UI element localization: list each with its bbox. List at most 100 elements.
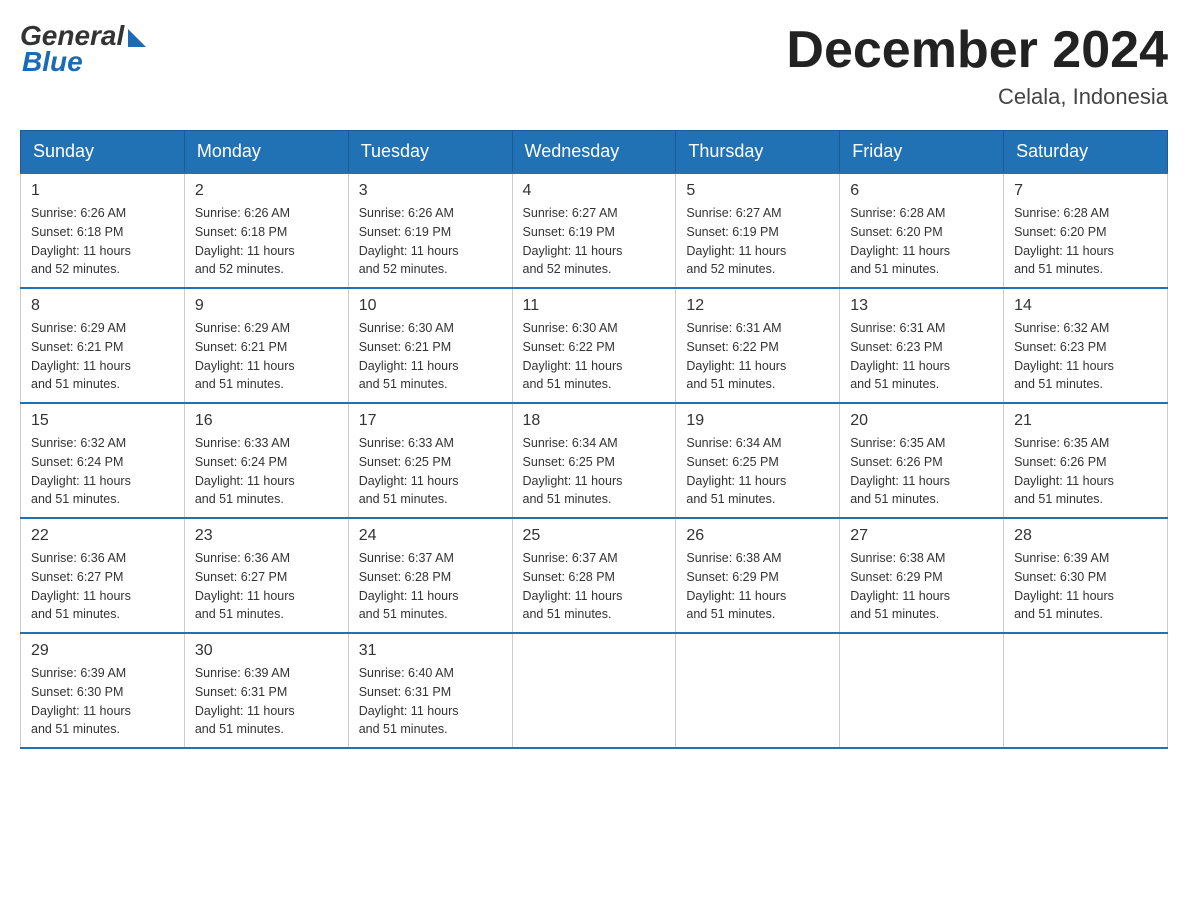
logo: General Blue [20,20,146,78]
day-info: Sunrise: 6:36 AMSunset: 6:27 PMDaylight:… [31,549,174,624]
day-number: 6 [850,182,993,200]
page-header: General Blue December 2024 Celala, Indon… [20,20,1168,110]
day-info: Sunrise: 6:34 AMSunset: 6:25 PMDaylight:… [523,434,666,509]
day-number: 12 [686,297,829,315]
calendar-cell: 21Sunrise: 6:35 AMSunset: 6:26 PMDayligh… [1004,403,1168,518]
header-wednesday: Wednesday [512,131,676,174]
day-info: Sunrise: 6:27 AMSunset: 6:19 PMDaylight:… [523,204,666,279]
day-number: 31 [359,642,502,660]
calendar-cell: 24Sunrise: 6:37 AMSunset: 6:28 PMDayligh… [348,518,512,633]
day-number: 26 [686,527,829,545]
day-number: 14 [1014,297,1157,315]
calendar-week-5: 29 Sunrise: 6:39 AMSunset: 6:30 PMDayligh… [21,633,1168,748]
calendar-cell: 5 Sunrise: 6:27 AMSunset: 6:19 PMDaylight… [676,173,840,288]
day-number: 18 [523,412,666,430]
day-number: 10 [359,297,502,315]
calendar-cell: 26 Sunrise: 6:38 AMSunset: 6:29 PMDayligh… [676,518,840,633]
day-number: 22 [31,527,174,545]
day-info: Sunrise: 6:39 AMSunset: 6:30 PMDaylight:… [31,664,174,739]
calendar-cell: 9Sunrise: 6:29 AMSunset: 6:21 PMDaylight… [184,288,348,403]
title-area: December 2024 Celala, Indonesia [786,20,1168,110]
day-number: 19 [686,412,829,430]
calendar-cell: 31 Sunrise: 6:40 AMSunset: 6:31 PMDayligh… [348,633,512,748]
day-info: Sunrise: 6:30 AMSunset: 6:22 PMDaylight:… [523,319,666,394]
calendar-cell: 17Sunrise: 6:33 AMSunset: 6:25 PMDayligh… [348,403,512,518]
day-info: Sunrise: 6:27 AMSunset: 6:19 PMDaylight:… [686,204,829,279]
calendar-cell: 23 Sunrise: 6:36 AMSunset: 6:27 PMDayligh… [184,518,348,633]
logo-arrow-icon [128,29,146,47]
day-info: Sunrise: 6:30 AMSunset: 6:21 PMDaylight:… [359,319,502,394]
day-info: Sunrise: 6:26 AMSunset: 6:19 PMDaylight:… [359,204,502,279]
calendar-week-1: 1Sunrise: 6:26 AMSunset: 6:18 PMDaylight… [21,173,1168,288]
calendar-cell [1004,633,1168,748]
month-title: December 2024 [786,20,1168,80]
day-info: Sunrise: 6:29 AMSunset: 6:21 PMDaylight:… [31,319,174,394]
calendar-cell: 8 Sunrise: 6:29 AMSunset: 6:21 PMDaylight… [21,288,185,403]
calendar-cell: 12 Sunrise: 6:31 AMSunset: 6:22 PMDayligh… [676,288,840,403]
day-number: 30 [195,642,338,660]
calendar-cell: 3 Sunrise: 6:26 AMSunset: 6:19 PMDaylight… [348,173,512,288]
header-sunday: Sunday [21,131,185,174]
calendar-cell: 14 Sunrise: 6:32 AMSunset: 6:23 PMDayligh… [1004,288,1168,403]
day-info: Sunrise: 6:35 AMSunset: 6:26 PMDaylight:… [850,434,993,509]
day-info: Sunrise: 6:38 AMSunset: 6:29 PMDaylight:… [850,549,993,624]
day-info: Sunrise: 6:28 AMSunset: 6:20 PMDaylight:… [850,204,993,279]
day-info: Sunrise: 6:32 AMSunset: 6:23 PMDaylight:… [1014,319,1157,394]
calendar-cell: 1Sunrise: 6:26 AMSunset: 6:18 PMDaylight… [21,173,185,288]
header-monday: Monday [184,131,348,174]
calendar-cell: 30 Sunrise: 6:39 AMSunset: 6:31 PMDayligh… [184,633,348,748]
calendar-cell: 28 Sunrise: 6:39 AMSunset: 6:30 PMDayligh… [1004,518,1168,633]
calendar-cell: 20 Sunrise: 6:35 AMSunset: 6:26 PMDayligh… [840,403,1004,518]
day-number: 28 [1014,527,1157,545]
calendar-cell: 11Sunrise: 6:30 AMSunset: 6:22 PMDayligh… [512,288,676,403]
day-number: 3 [359,182,502,200]
location-title: Celala, Indonesia [786,84,1168,110]
day-number: 5 [686,182,829,200]
day-info: Sunrise: 6:33 AMSunset: 6:24 PMDaylight:… [195,434,338,509]
calendar-cell: 2Sunrise: 6:26 AMSunset: 6:18 PMDaylight… [184,173,348,288]
day-info: Sunrise: 6:36 AMSunset: 6:27 PMDaylight:… [195,549,338,624]
calendar-header-row: SundayMondayTuesdayWednesdayThursdayFrid… [21,131,1168,174]
day-info: Sunrise: 6:32 AMSunset: 6:24 PMDaylight:… [31,434,174,509]
day-info: Sunrise: 6:28 AMSunset: 6:20 PMDaylight:… [1014,204,1157,279]
header-saturday: Saturday [1004,131,1168,174]
calendar-cell: 22 Sunrise: 6:36 AMSunset: 6:27 PMDayligh… [21,518,185,633]
day-info: Sunrise: 6:34 AMSunset: 6:25 PMDaylight:… [686,434,829,509]
day-number: 2 [195,182,338,200]
day-info: Sunrise: 6:39 AMSunset: 6:31 PMDaylight:… [195,664,338,739]
day-number: 7 [1014,182,1157,200]
calendar-week-3: 15 Sunrise: 6:32 AMSunset: 6:24 PMDayligh… [21,403,1168,518]
day-info: Sunrise: 6:35 AMSunset: 6:26 PMDaylight:… [1014,434,1157,509]
calendar-cell: 29 Sunrise: 6:39 AMSunset: 6:30 PMDayligh… [21,633,185,748]
calendar-cell: 4 Sunrise: 6:27 AMSunset: 6:19 PMDaylight… [512,173,676,288]
logo-blue-text: Blue [22,46,83,78]
day-number: 20 [850,412,993,430]
header-tuesday: Tuesday [348,131,512,174]
day-number: 17 [359,412,502,430]
day-info: Sunrise: 6:38 AMSunset: 6:29 PMDaylight:… [686,549,829,624]
day-number: 23 [195,527,338,545]
day-info: Sunrise: 6:29 AMSunset: 6:21 PMDaylight:… [195,319,338,394]
day-number: 8 [31,297,174,315]
day-number: 15 [31,412,174,430]
calendar-cell [676,633,840,748]
day-number: 1 [31,182,174,200]
day-number: 4 [523,182,666,200]
calendar-cell: 19 Sunrise: 6:34 AMSunset: 6:25 PMDayligh… [676,403,840,518]
calendar-cell: 18 Sunrise: 6:34 AMSunset: 6:25 PMDayligh… [512,403,676,518]
day-number: 29 [31,642,174,660]
day-number: 25 [523,527,666,545]
day-info: Sunrise: 6:31 AMSunset: 6:22 PMDaylight:… [686,319,829,394]
calendar-cell: 13Sunrise: 6:31 AMSunset: 6:23 PMDayligh… [840,288,1004,403]
calendar-cell: 25 Sunrise: 6:37 AMSunset: 6:28 PMDayligh… [512,518,676,633]
header-friday: Friday [840,131,1004,174]
calendar-week-2: 8 Sunrise: 6:29 AMSunset: 6:21 PMDaylight… [21,288,1168,403]
calendar-table: SundayMondayTuesdayWednesdayThursdayFrid… [20,130,1168,749]
calendar-cell: 10 Sunrise: 6:30 AMSunset: 6:21 PMDayligh… [348,288,512,403]
day-number: 24 [359,527,502,545]
calendar-cell: 7 Sunrise: 6:28 AMSunset: 6:20 PMDaylight… [1004,173,1168,288]
day-info: Sunrise: 6:37 AMSunset: 6:28 PMDaylight:… [523,549,666,624]
day-info: Sunrise: 6:40 AMSunset: 6:31 PMDaylight:… [359,664,502,739]
day-number: 27 [850,527,993,545]
day-info: Sunrise: 6:39 AMSunset: 6:30 PMDaylight:… [1014,549,1157,624]
